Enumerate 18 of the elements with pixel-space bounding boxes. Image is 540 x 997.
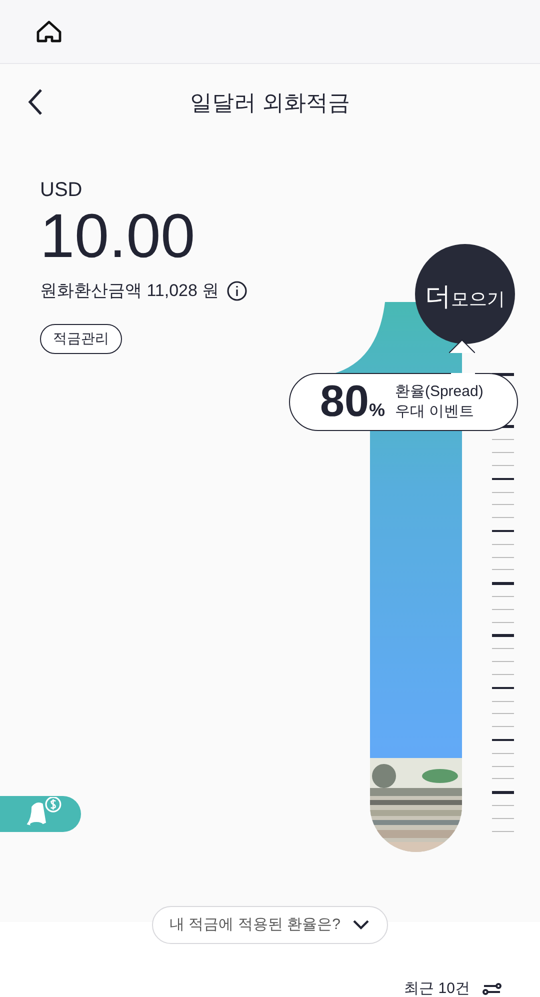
event-bubble[interactable]: 80% 환율(Spread) 우대 이벤트 xyxy=(289,373,518,431)
recent-filter-label: 최근 10건 xyxy=(404,979,470,997)
page-title: 일달러 외화적금 xyxy=(190,88,350,116)
home-icon[interactable] xyxy=(36,20,62,44)
currency-label: USD xyxy=(40,178,82,202)
bubble-pointer xyxy=(449,339,475,353)
event-percent: 80 xyxy=(320,378,369,426)
filter-icon[interactable] xyxy=(482,982,502,996)
chevron-down-icon xyxy=(352,919,370,931)
percent-sign: % xyxy=(368,399,385,422)
balance-amount: 10.00 xyxy=(40,202,196,272)
event-subtitle: 우대 이벤트 xyxy=(394,402,476,422)
info-icon[interactable] xyxy=(227,280,248,301)
manage-button[interactable]: 적금관리 xyxy=(40,324,122,354)
rate-question-dropdown[interactable]: 내 적금에 적용된 환율은? xyxy=(152,906,388,944)
event-title: 환율(Spread) xyxy=(394,382,484,402)
back-icon[interactable] xyxy=(26,87,44,117)
converted-amount: 원화환산금액 11,028 원 xyxy=(40,280,220,302)
